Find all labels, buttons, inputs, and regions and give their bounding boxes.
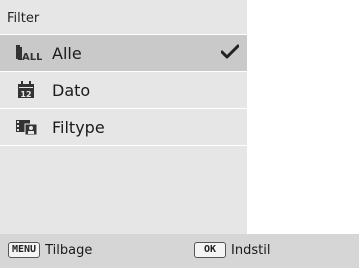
menu-item-label: Alle (52, 43, 82, 63)
filetype-icon (16, 118, 40, 136)
set-button[interactable]: OK Indstil (194, 242, 270, 258)
calendar-date-icon: 12 (16, 81, 40, 99)
menu-item-label: Dato (52, 80, 91, 100)
menu-item-filtype[interactable]: Filtype (0, 109, 247, 146)
menu-item-alle[interactable]: ALL Alle (0, 35, 247, 72)
preview-area (247, 0, 359, 234)
back-button[interactable]: MENU Tilbage (8, 242, 92, 258)
back-label: Tilbage (45, 242, 93, 258)
checkmark-icon (220, 44, 240, 60)
menu-item-label: Filtype (52, 117, 105, 137)
menu-title: Filter (0, 0, 247, 35)
all-icon: ALL (16, 44, 43, 63)
ok-key-icon: OK (194, 242, 227, 258)
menu-item-dato[interactable]: 12 Dato (0, 72, 247, 109)
bottom-bar: MENU Tilbage OK Indstil (0, 234, 359, 268)
menu-key-icon: MENU (8, 242, 41, 258)
set-label: Indstil (231, 242, 271, 258)
all-icon-text: ALL (22, 52, 42, 62)
calendar-icon-text: 12 (20, 90, 31, 99)
filter-menu: Filter ALL Alle 12 Dato Filtype (0, 0, 247, 234)
